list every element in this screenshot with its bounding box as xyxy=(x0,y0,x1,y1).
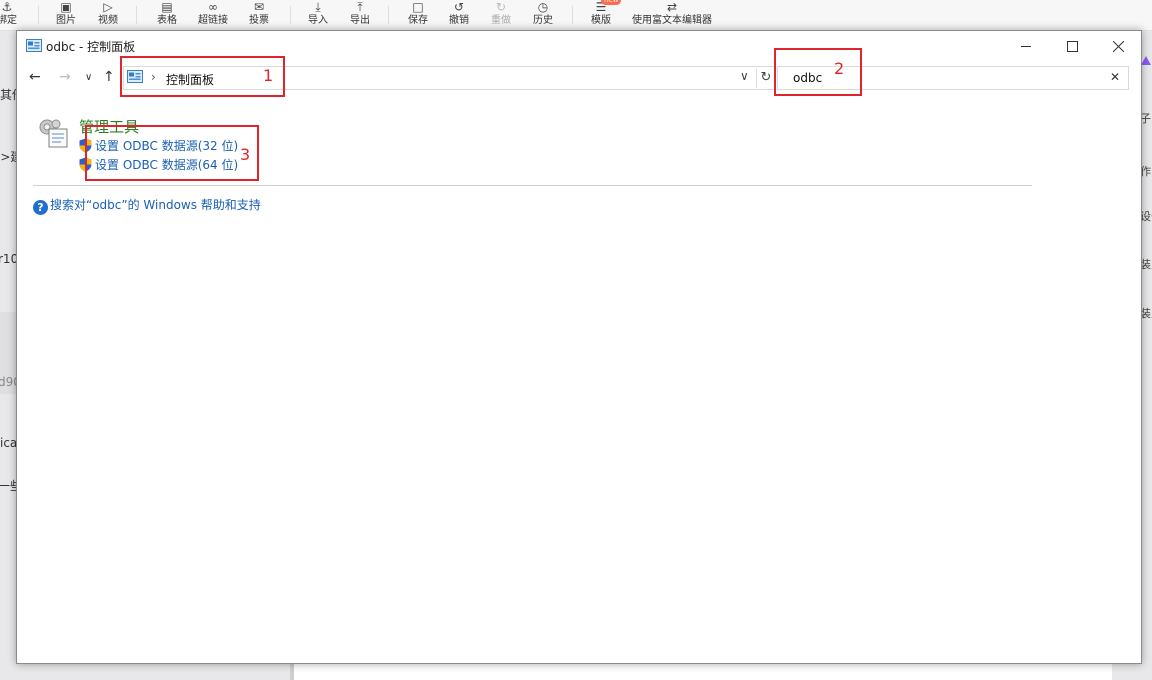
annotation-number-3: 3 xyxy=(240,145,251,164)
close-icon xyxy=(1112,40,1124,52)
toolbar-separator xyxy=(136,6,137,24)
toolbar-separator xyxy=(38,6,39,24)
toolbar-separator xyxy=(290,6,291,24)
help-link-label: 搜索对“odbc”的 Windows 帮助和支持 xyxy=(50,198,261,212)
toolbar-hyperlink-button[interactable]: ∞ 超链接 xyxy=(195,0,231,30)
toolbar-undo-button[interactable]: ↺ 撤销 xyxy=(445,0,473,30)
editor-toolbar: ⚓ 绑定 ▣ 图片 ▷ 视频 ▤ 表格 ∞ 超链接 ✉ 投票 ⤓ 导入 ⤒ 导出… xyxy=(0,0,1152,31)
windows-help-link[interactable]: ? 搜索对“odbc”的 Windows 帮助和支持 xyxy=(33,196,261,215)
background-editor-area xyxy=(290,662,1112,680)
history-icon: ◷ xyxy=(537,0,549,14)
address-dropdown-chevron-icon[interactable]: ∨ xyxy=(740,69,749,83)
toolbar-separator xyxy=(572,6,573,24)
annotation-box-1 xyxy=(120,56,285,97)
toolbar-table-button[interactable]: ▤ 表格 xyxy=(153,0,181,30)
new-badge: new xyxy=(601,0,622,5)
toolbar-template-button[interactable]: ☰ new 模版 xyxy=(587,0,622,30)
table-icon: ▤ xyxy=(161,0,173,14)
toolbar-export-button[interactable]: ⤒ 导出 xyxy=(346,0,374,30)
window-title: odbc - 控制面板 xyxy=(46,40,136,54)
minimize-icon xyxy=(1021,46,1031,47)
save-icon: □ xyxy=(412,0,424,14)
forward-arrow-icon[interactable]: → xyxy=(59,69,71,85)
video-icon: ▷ xyxy=(103,0,113,14)
image-icon: ▣ xyxy=(60,0,72,14)
toolbar-separator xyxy=(388,6,389,24)
toolbar-vote-button[interactable]: ✉ 投票 xyxy=(245,0,273,30)
vote-icon: ✉ xyxy=(253,0,265,14)
purple-accent-icon xyxy=(1141,56,1151,65)
switch-editor-icon: ⇄ xyxy=(666,0,678,14)
back-arrow-icon[interactable]: ← xyxy=(29,69,41,85)
toolbar-import-button[interactable]: ⤓ 导入 xyxy=(304,0,332,30)
toolbar-image-button[interactable]: ▣ 图片 xyxy=(52,0,80,30)
maximize-button[interactable] xyxy=(1049,31,1095,61)
link-bind-icon: ⚓ xyxy=(1,0,13,14)
toolbar-history-button[interactable]: ◷ 历史 xyxy=(529,0,557,30)
hyperlink-icon: ∞ xyxy=(208,0,218,14)
toolbar-video-button[interactable]: ▷ 视频 xyxy=(94,0,122,30)
control-panel-icon xyxy=(26,39,42,55)
export-icon: ⤒ xyxy=(357,0,363,14)
recent-locations-chevron-icon[interactable]: ∨ xyxy=(85,70,92,86)
undo-icon: ↺ xyxy=(453,0,465,14)
annotation-box-3 xyxy=(85,125,259,181)
toolbar-bind-button[interactable]: ⚓ 绑定 xyxy=(0,0,20,30)
refresh-icon[interactable]: ↻ xyxy=(756,68,775,88)
administrative-tools-icon xyxy=(37,117,71,152)
background-text-fragment: ica xyxy=(0,436,18,450)
toolbar-redo-button[interactable]: ↻ 重做 xyxy=(487,0,515,30)
up-arrow-icon[interactable]: ↑ xyxy=(103,69,115,85)
annotation-box-2 xyxy=(774,48,862,96)
redo-icon: ↻ xyxy=(495,0,507,14)
toolbar-rich-editor-button[interactable]: ⇄ 使用富文本编辑器 xyxy=(630,0,714,30)
import-icon: ⤓ xyxy=(315,0,321,14)
help-icon: ? xyxy=(33,200,48,215)
results-divider xyxy=(33,185,1032,186)
toolbar-save-button[interactable]: □ 保存 xyxy=(404,0,432,30)
annotation-number-1: 1 xyxy=(263,66,274,85)
clear-search-icon[interactable]: ✕ xyxy=(1110,70,1120,84)
annotation-number-2: 2 xyxy=(834,59,845,78)
maximize-icon xyxy=(1066,40,1078,52)
minimize-button[interactable] xyxy=(1003,31,1049,61)
close-button[interactable] xyxy=(1095,31,1141,61)
